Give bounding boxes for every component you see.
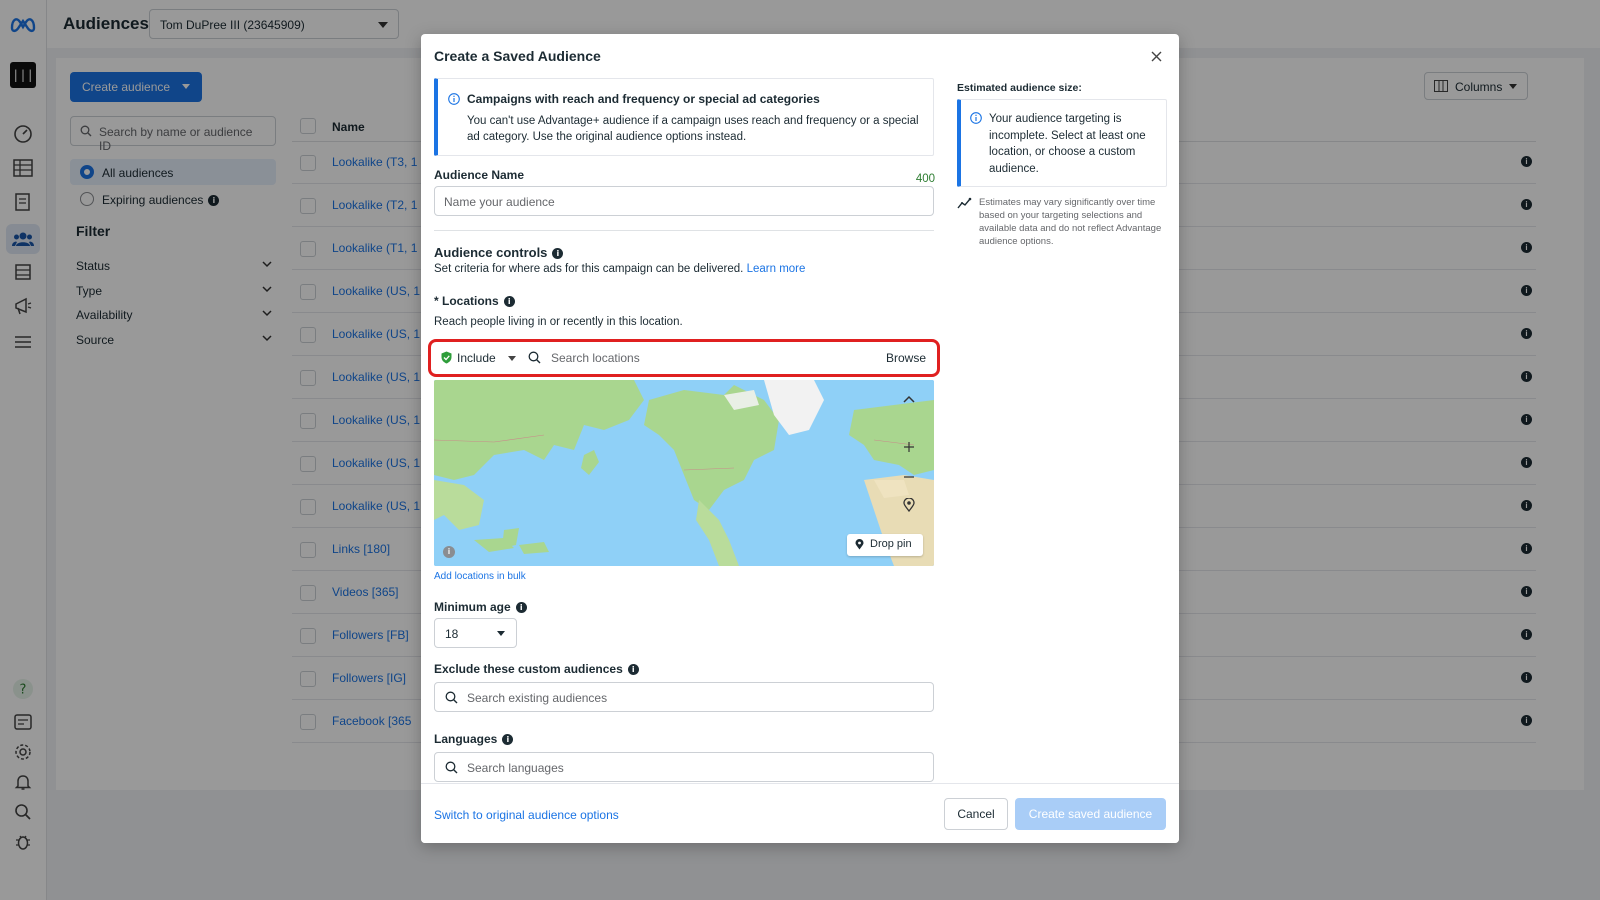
languages-search-input[interactable]: Search languages	[434, 752, 934, 782]
location-map[interactable]: Drop pin i	[434, 380, 934, 566]
location-search-input[interactable]: Search locations	[528, 351, 640, 365]
zoom-in-button[interactable]	[894, 434, 924, 460]
close-button[interactable]	[1147, 47, 1165, 65]
audience-name-input[interactable]: Name your audience	[434, 186, 934, 216]
locations-description: Reach people living in or recently in th…	[434, 316, 683, 328]
languages-placeholder: Search languages	[467, 761, 564, 775]
info-outline-icon	[970, 112, 982, 124]
audience-name-label: Audience Name	[434, 168, 525, 182]
trend-chart-icon	[957, 197, 972, 209]
info-icon[interactable]: i	[627, 664, 639, 675]
location-search-placeholder: Search locations	[551, 351, 640, 365]
chevron-down-icon	[497, 631, 505, 636]
info-icon[interactable]: i	[503, 296, 515, 307]
estimate-alert: Your audience targeting is incomplete. S…	[957, 99, 1167, 187]
estimated-audience-heading: Estimated audience size:	[957, 82, 1082, 94]
audience-controls-label: Audience controls	[434, 245, 548, 260]
exclude-audiences-label: Exclude these custom audiences	[434, 662, 623, 676]
switch-to-original-options-link[interactable]: Switch to original audience options	[434, 808, 619, 822]
estimate-note: Estimates may vary significantly over ti…	[979, 197, 1162, 247]
close-icon	[1151, 51, 1161, 61]
shield-check-icon	[441, 351, 452, 364]
search-icon	[528, 351, 541, 364]
learn-more-link[interactable]: Learn more	[747, 263, 806, 275]
plus-icon	[904, 442, 914, 452]
drop-pin-label: Drop pin	[870, 538, 912, 550]
location-search-bar: Include Search locations Browse	[428, 339, 940, 377]
search-icon	[445, 761, 458, 774]
audience-name-placeholder: Name your audience	[444, 195, 555, 209]
exclude-audiences-search-input[interactable]: Search existing audiences	[434, 682, 934, 712]
estimated-audience-panel: Estimated audience size: Your audience t…	[957, 82, 1167, 247]
chevron-down-icon	[508, 356, 516, 361]
map-pin-icon	[855, 539, 864, 550]
locations-label: * Locations	[434, 294, 499, 308]
languages-label: Languages	[434, 732, 498, 746]
info-icon[interactable]: i	[502, 734, 514, 745]
exclude-audiences-placeholder: Search existing audiences	[467, 691, 608, 705]
drop-pin-button[interactable]: Drop pin	[847, 534, 923, 556]
locations-heading: * Locations i	[434, 294, 515, 308]
minimum-age-label: Minimum age	[434, 600, 511, 614]
alert-body: You can't use Advantage+ audience if a c…	[467, 115, 919, 143]
map-collapse-button[interactable]	[894, 386, 924, 412]
estimate-message: Your audience targeting is incomplete. S…	[989, 113, 1146, 175]
info-outline-icon	[448, 93, 460, 105]
character-counter: 400	[915, 173, 935, 185]
add-locations-in-bulk-link[interactable]: Add locations in bulk	[434, 571, 526, 582]
special-categories-alert: Campaigns with reach and frequency or sp…	[434, 78, 934, 156]
minimum-age-select[interactable]: 18	[434, 618, 517, 648]
dialog-title: Create a Saved Audience	[434, 48, 601, 64]
my-location-button[interactable]	[894, 492, 924, 518]
languages-heading: Languages i	[434, 732, 514, 746]
audience-controls-heading: Audience controls i	[434, 245, 564, 260]
audience-controls-description: Set criteria for where ads for this camp…	[434, 263, 805, 275]
zoom-out-button[interactable]	[894, 464, 924, 490]
include-label: Include	[457, 351, 496, 365]
minus-icon	[904, 476, 914, 478]
minimum-age-heading: Minimum age i	[434, 600, 527, 614]
include-dropdown[interactable]: Include	[441, 351, 496, 365]
exclude-audiences-heading: Exclude these custom audiences i	[434, 662, 639, 676]
map-info-icon[interactable]: i	[443, 546, 455, 558]
location-pin-icon	[903, 498, 915, 512]
chevron-up-icon	[903, 395, 915, 403]
browse-button[interactable]: Browse	[886, 351, 926, 365]
info-icon[interactable]: i	[515, 602, 527, 613]
controls-description-text: Set criteria for where ads for this camp…	[434, 263, 744, 275]
info-icon[interactable]: i	[552, 248, 564, 259]
minimum-age-value: 18	[445, 627, 459, 641]
cancel-button[interactable]: Cancel	[944, 798, 1008, 830]
alert-heading: Campaigns with reach and frequency or sp…	[467, 92, 820, 106]
divider	[434, 230, 934, 231]
search-icon	[445, 691, 458, 704]
create-saved-audience-dialog: Create a Saved Audience Campaigns with r…	[421, 34, 1179, 843]
dialog-footer: Switch to original audience options Canc…	[421, 783, 1179, 843]
create-saved-audience-button[interactable]: Create saved audience	[1015, 798, 1166, 830]
